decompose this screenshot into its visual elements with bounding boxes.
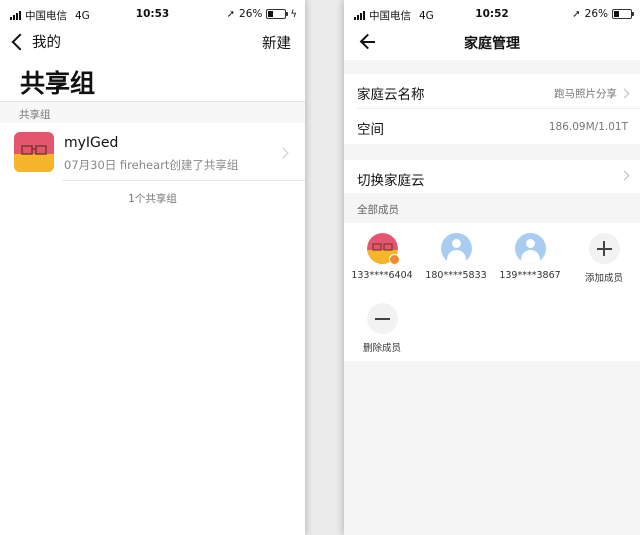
row-value: 186.09M/1.01T bbox=[548, 121, 628, 133]
member-label: 删除成员 bbox=[362, 343, 401, 354]
family-management-screen: 中国电信 4G 10:52 ➚ 26% 家庭管理 家庭云名称 跑马照片分享 空间… bbox=[344, 0, 640, 535]
owner-badge-icon bbox=[388, 254, 400, 265]
group-count: 1个共享组 bbox=[128, 193, 177, 205]
switch-family-cloud-row[interactable]: 切换家庭云 bbox=[344, 160, 640, 193]
shared-groups-screen: 中国电信 4G 10:53 ➚ 26% ϟ 我的 新建 共享组 共享组 myIG… bbox=[0, 0, 305, 535]
group-list-item[interactable]: myIGed 07月30日 fireheart创建了共享组 bbox=[0, 123, 305, 181]
member-item[interactable]: 139****3867 bbox=[495, 233, 565, 281]
person-icon bbox=[514, 233, 546, 264]
storage-row: 空间 186.09M/1.01T bbox=[344, 109, 640, 144]
battery-icon bbox=[612, 9, 634, 19]
section-header: 全部成员 bbox=[357, 204, 399, 216]
new-group-button[interactable]: 新建 bbox=[262, 32, 291, 53]
member-grid: 133****6404 180****5833 139****3867 添加成员… bbox=[344, 223, 640, 361]
member-label: 180****5833 bbox=[425, 270, 487, 281]
chevron-right-icon bbox=[619, 170, 630, 181]
battery-icon bbox=[266, 9, 289, 19]
nav-bar: 家庭管理 bbox=[344, 30, 640, 60]
row-label: 家庭云名称 bbox=[357, 87, 425, 103]
group-avatar bbox=[14, 132, 54, 172]
nav-bar: 我的 新建 bbox=[0, 30, 305, 56]
status-bar: 中国电信 4G 10:52 ➚ 26% bbox=[344, 0, 640, 30]
group-name: myIGed bbox=[64, 135, 119, 151]
back-label: 我的 bbox=[32, 35, 61, 51]
group-subtitle: 07月30日 fireheart创建了共享组 bbox=[64, 158, 239, 172]
member-label: 133****6404 bbox=[351, 270, 413, 281]
back-button[interactable]: 我的 bbox=[10, 31, 61, 52]
location-icon: ➚ bbox=[226, 8, 236, 20]
add-member-button[interactable]: 添加成员 bbox=[569, 233, 639, 284]
chevron-right-icon bbox=[619, 88, 630, 99]
row-value: 跑马照片分享 bbox=[554, 88, 617, 100]
member-label: 139****3867 bbox=[499, 270, 561, 281]
person-icon bbox=[440, 233, 472, 264]
family-cloud-name-row[interactable]: 家庭云名称 跑马照片分享 bbox=[344, 74, 640, 109]
chevron-left-icon bbox=[11, 33, 29, 50]
member-avatar bbox=[366, 233, 400, 265]
row-label: 切换家庭云 bbox=[357, 173, 425, 189]
minus-icon bbox=[366, 303, 398, 334]
page-title: 共享组 bbox=[20, 69, 96, 98]
remove-member-button[interactable]: 删除成员 bbox=[347, 303, 417, 354]
location-icon: ➚ bbox=[572, 8, 581, 20]
battery-percent: 26% bbox=[239, 8, 263, 20]
plus-icon bbox=[588, 233, 620, 264]
member-label: 添加成员 bbox=[584, 273, 623, 284]
section-header: 共享组 bbox=[0, 101, 305, 123]
row-label: 空间 bbox=[357, 122, 384, 138]
member-item[interactable]: 133****6404 bbox=[347, 233, 417, 281]
chevron-right-icon bbox=[277, 147, 289, 159]
member-item[interactable]: 180****5833 bbox=[421, 233, 491, 281]
page-title: 家庭管理 bbox=[464, 36, 520, 52]
status-bar: 中国电信 4G 10:53 ➚ 26% ϟ bbox=[0, 0, 305, 30]
battery-percent: 26% bbox=[584, 8, 608, 20]
charging-icon: ϟ bbox=[290, 8, 297, 20]
